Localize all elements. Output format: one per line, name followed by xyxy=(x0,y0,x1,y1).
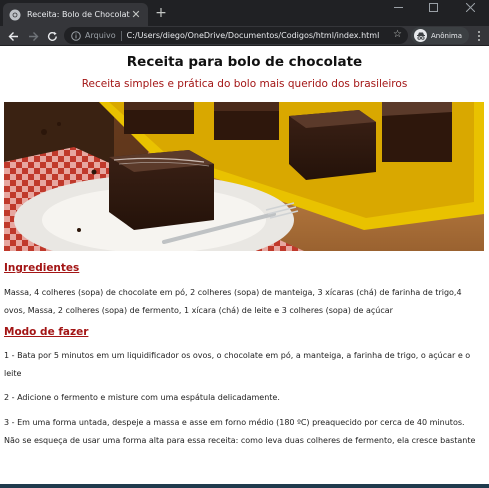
maximize-icon[interactable] xyxy=(418,0,448,14)
page-viewport[interactable]: Receita para bolo de chocolate Receita s… xyxy=(0,46,489,484)
menu-icon[interactable] xyxy=(474,29,484,43)
window-bottom-edge xyxy=(0,484,489,488)
address-bar[interactable]: Arquivo C:/Users/diego/OneDrive/Document… xyxy=(64,27,408,44)
address-scheme-label: Arquivo xyxy=(85,31,116,40)
method-heading: Modo de fazer xyxy=(4,326,89,338)
incognito-icon xyxy=(414,29,427,42)
reload-icon[interactable] xyxy=(45,29,59,43)
page-subtitle: Receita simples e prática do bolo mais q… xyxy=(81,78,408,90)
info-icon[interactable] xyxy=(71,30,81,41)
tab-strip: Receita: Bolo de Chocolate ✕ + xyxy=(0,0,489,26)
window-close-icon[interactable] xyxy=(455,0,485,14)
ingredients-text: Massa, 4 colheres (sopa) de chocolate em… xyxy=(4,288,462,315)
browser-window: Receita: Bolo de Chocolate ✕ + Arquivo C… xyxy=(0,0,489,488)
back-icon[interactable] xyxy=(6,29,20,43)
method-step: 1 - Bata por 5 minutos em um liquidifica… xyxy=(4,351,471,378)
method-step: 2 - Adicione o fermento e misture com um… xyxy=(4,393,280,402)
tab-recipe[interactable]: Receita: Bolo de Chocolate ✕ xyxy=(3,3,148,26)
forward-icon[interactable] xyxy=(26,29,40,43)
close-icon[interactable]: ✕ xyxy=(130,9,142,20)
address-url[interactable]: C:/Users/diego/OneDrive/Documentos/Codig… xyxy=(127,31,380,40)
chrome-favicon xyxy=(9,9,21,21)
new-tab-icon[interactable]: + xyxy=(154,6,168,20)
method-step: 3 - Em uma forma untada, despeje a massa… xyxy=(4,418,476,445)
toolbar: Arquivo C:/Users/diego/OneDrive/Document… xyxy=(0,26,489,45)
profile-button[interactable]: Anônima xyxy=(411,27,469,44)
ingredients-heading: Ingredientes xyxy=(4,262,80,274)
address-separator xyxy=(120,30,122,41)
page-title: Receita para bolo de chocolate xyxy=(126,54,363,70)
profile-label: Anônima xyxy=(431,31,462,40)
minimize-icon[interactable] xyxy=(383,0,413,14)
cake-image xyxy=(4,102,484,251)
star-icon[interactable]: ☆ xyxy=(393,29,402,41)
tab-title: Receita: Bolo de Chocolate xyxy=(27,10,130,19)
